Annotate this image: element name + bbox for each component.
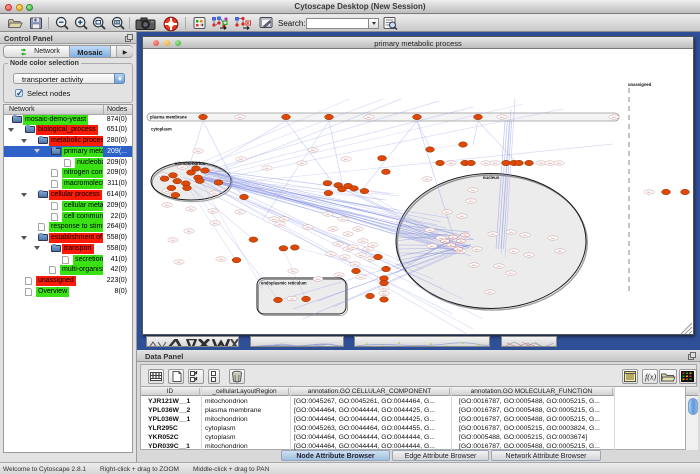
svg-text:GO-t: GO-t	[368, 258, 373, 261]
svg-text:GO-t: GO-t	[165, 204, 170, 207]
svg-text:GO-t: GO-t	[557, 162, 562, 165]
svg-text:f(x): f(x)	[645, 373, 656, 382]
svg-text:GO-t: GO-t	[472, 264, 477, 267]
svg-text:unassigned: unassigned	[628, 82, 652, 87]
svg-text:GO: GO	[443, 241, 447, 243]
svg-text:GO-t: GO-t	[238, 211, 243, 214]
svg-text:GO-t: GO-t	[278, 223, 283, 226]
svg-text:endoplasmic reticulum: endoplasmic reticulum	[261, 281, 307, 286]
svg-text:GO-t: GO-t	[337, 274, 342, 277]
svg-text:GO-t: GO-t	[484, 162, 489, 165]
svg-text:GO-t: GO-t	[213, 192, 218, 195]
svg-text:GO-t: GO-t	[512, 250, 517, 253]
svg-text:GO: GO	[459, 241, 463, 243]
svg-text:GO-t: GO-t	[346, 233, 351, 236]
svg-text:GO-t: GO-t	[548, 162, 553, 165]
svg-text:cytoplasm: cytoplasm	[151, 127, 172, 132]
svg-text:GO-t: GO-t	[331, 228, 336, 231]
svg-text:GO-t: GO-t	[500, 116, 505, 119]
svg-text:GO-t: GO-t	[356, 228, 361, 231]
svg-text:GO-t: GO-t	[488, 291, 493, 294]
svg-text:GO-t: GO-t	[344, 158, 349, 161]
svg-text:GO-t: GO-t	[351, 246, 356, 249]
svg-text:GO-t: GO-t	[187, 230, 192, 233]
svg-text:GO: GO	[456, 249, 460, 251]
svg-text:GO-t: GO-t	[539, 162, 544, 165]
svg-text:GO-t: GO-t	[272, 218, 277, 221]
svg-text:GO-t: GO-t	[647, 191, 652, 194]
svg-text:GO-t: GO-t	[551, 237, 556, 240]
svg-text:GO-t: GO-t	[359, 254, 364, 257]
svg-text:GO-t: GO-t	[449, 162, 454, 165]
svg-text:GO-t: GO-t	[341, 218, 346, 221]
svg-text:GO-t: GO-t	[329, 253, 334, 256]
svg-text:GO: GO	[451, 237, 455, 239]
svg-text:GO-t: GO-t	[316, 278, 321, 281]
svg-text:GO-t: GO-t	[177, 261, 182, 264]
svg-text:GO-t: GO-t	[382, 292, 387, 295]
svg-text:nucleus: nucleus	[483, 175, 500, 180]
svg-text:GO-t: GO-t	[371, 244, 376, 247]
svg-text:GO-t: GO-t	[306, 226, 311, 229]
svg-text:GO-t: GO-t	[428, 229, 433, 232]
svg-text:GO-t: GO-t	[359, 276, 364, 279]
svg-text:GO-t: GO-t	[497, 265, 502, 268]
svg-text:GO-t: GO-t	[471, 189, 476, 192]
svg-text:GO-t: GO-t	[196, 150, 201, 153]
svg-text:GO-t: GO-t	[509, 272, 514, 275]
svg-text:GO-t: GO-t	[265, 167, 270, 170]
svg-text:GO-t: GO-t	[300, 162, 305, 165]
svg-text:GO-t: GO-t	[475, 248, 480, 251]
svg-text:GO-t: GO-t	[491, 233, 496, 236]
svg-text:GO-t: GO-t	[509, 231, 514, 234]
svg-text:plasma membrane: plasma membrane	[150, 115, 187, 120]
svg-text:GO-t: GO-t	[343, 256, 348, 259]
svg-text:GO-t: GO-t	[460, 215, 465, 218]
svg-text:GO-t: GO-t	[171, 239, 176, 242]
svg-text:GO-t: GO-t	[523, 234, 528, 237]
svg-text:GO-t: GO-t	[558, 250, 563, 253]
svg-text:GO: GO	[463, 235, 467, 237]
svg-text:GO-t: GO-t	[311, 149, 316, 152]
svg-text:GO-t: GO-t	[219, 258, 224, 261]
svg-text:GO-t: GO-t	[290, 297, 295, 300]
svg-text:GO-t: GO-t	[469, 200, 474, 203]
svg-text:GO-t: GO-t	[353, 263, 358, 266]
svg-text:GO-t: GO-t	[189, 208, 194, 211]
svg-text:GO-t: GO-t	[382, 287, 387, 290]
svg-text:GO-t: GO-t	[180, 166, 185, 169]
svg-text:GO-t: GO-t	[282, 218, 287, 221]
svg-text:GO-t: GO-t	[238, 116, 243, 119]
svg-text:GO-t: GO-t	[211, 210, 216, 213]
svg-text:GO-t: GO-t	[291, 270, 296, 273]
svg-text:GO-t: GO-t	[527, 254, 532, 257]
svg-text:GO-t: GO-t	[213, 222, 218, 225]
svg-text:GO-t: GO-t	[425, 178, 430, 181]
svg-text:GO-t: GO-t	[612, 116, 617, 119]
svg-text:GO-t: GO-t	[239, 158, 244, 161]
svg-text:GO-t: GO-t	[326, 213, 331, 216]
svg-text:GO-t: GO-t	[366, 248, 371, 251]
svg-text:GO-t: GO-t	[430, 245, 435, 248]
svg-text:GO-t: GO-t	[445, 211, 450, 214]
svg-text:GO-t: GO-t	[367, 116, 372, 119]
svg-text:GO: GO	[449, 245, 453, 247]
svg-text:GO-t: GO-t	[493, 162, 498, 165]
svg-text:GO-t: GO-t	[336, 243, 341, 246]
svg-text:GO-t: GO-t	[361, 240, 366, 243]
